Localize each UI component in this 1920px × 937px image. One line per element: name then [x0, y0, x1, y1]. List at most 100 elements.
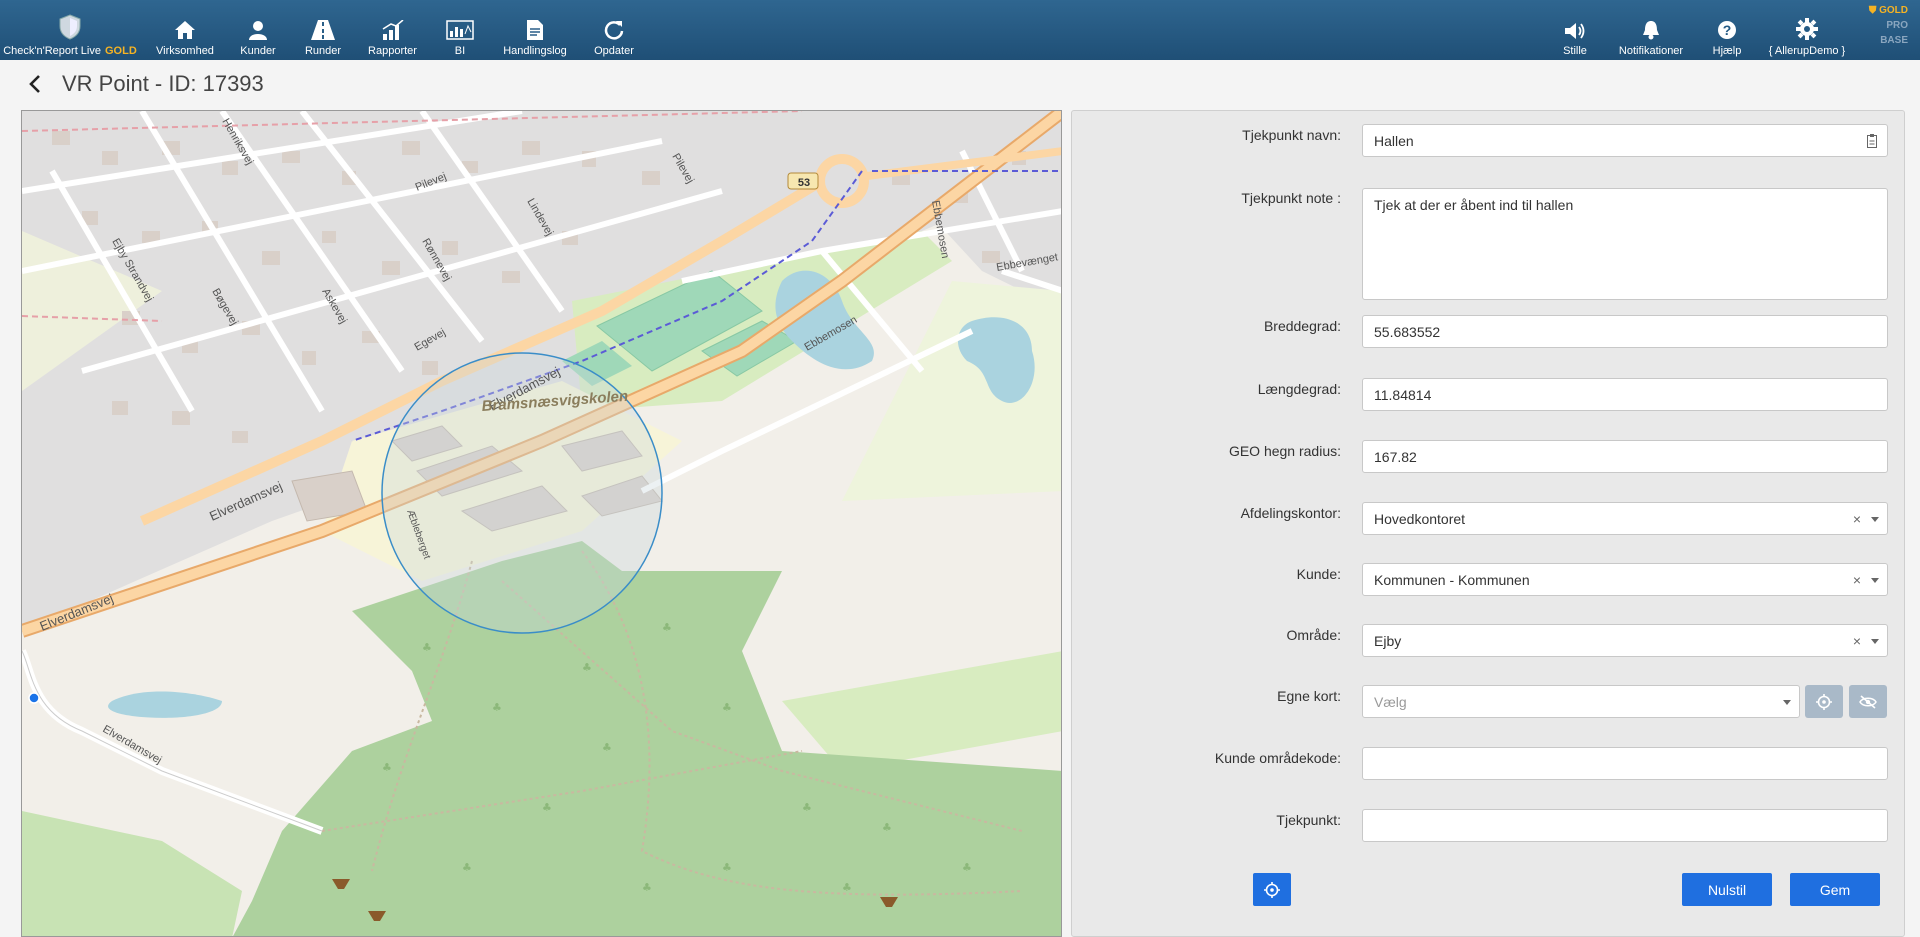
- nav-label: Handlingslog: [503, 45, 567, 57]
- name-value: Hallen: [1374, 132, 1414, 149]
- nav-virksomhed[interactable]: Virksomhed: [155, 0, 215, 60]
- page-title: VR Point - ID: 17393: [62, 71, 264, 96]
- svg-text:♣: ♣: [662, 621, 672, 634]
- hide-map-button[interactable]: [1849, 685, 1887, 718]
- nav-stille[interactable]: Stille: [1558, 0, 1592, 60]
- note-field[interactable]: Tjek at der er åbent ind til hallen: [1362, 188, 1888, 300]
- svg-text:♣: ♣: [882, 821, 892, 834]
- note-label: Tjekpunkt note :: [1241, 190, 1341, 206]
- customer-select[interactable]: Kommunen - Kommunen ×: [1362, 563, 1888, 596]
- bell-icon: [1642, 10, 1660, 40]
- tier-base: BASE: [1880, 35, 1908, 46]
- caret-down-icon[interactable]: [1871, 578, 1879, 583]
- latitude-label: Breddegrad:: [1263, 318, 1341, 334]
- refresh-icon: [604, 10, 624, 40]
- road-icon: [311, 10, 335, 40]
- shield-small-icon: ⛊: [1868, 5, 1877, 16]
- longitude-label: Længdegrad:: [1257, 381, 1341, 397]
- latitude-field[interactable]: [1362, 315, 1888, 348]
- dashboard-icon: [446, 10, 474, 40]
- checkpoint-field[interactable]: [1362, 809, 1888, 842]
- shield-logo-icon: [59, 10, 81, 40]
- svg-text:♣: ♣: [802, 801, 812, 814]
- reset-button[interactable]: Nulstil: [1682, 873, 1772, 906]
- nav-label: Stille: [1563, 45, 1587, 57]
- nav-bi[interactable]: BI: [445, 0, 475, 60]
- plan-tiers: ⛊ GOLD PRO BASE: [1869, 3, 1908, 48]
- map-view[interactable]: 53 Elverdamsvej Elverdamsvej Elverdamsve…: [21, 110, 1062, 937]
- save-button[interactable]: Gem: [1790, 873, 1880, 906]
- office-select[interactable]: Hovedkontoret ×: [1362, 502, 1888, 535]
- nav-label: { AllerupDemo }: [1768, 45, 1846, 57]
- user-icon: [249, 10, 267, 40]
- tier-gold: GOLD: [1879, 5, 1908, 16]
- nav-runder[interactable]: Runder: [298, 0, 348, 60]
- radius-field[interactable]: [1362, 440, 1888, 473]
- svg-text:♣: ♣: [722, 701, 732, 714]
- map-canvas[interactable]: 53 Elverdamsvej Elverdamsvej Elverdamsve…: [22, 111, 1062, 937]
- brand-tag: GOLD: [104, 45, 137, 57]
- nav-opdater[interactable]: Opdater: [592, 0, 636, 60]
- location-marker-icon[interactable]: [28, 692, 40, 704]
- svg-text:♣: ♣: [582, 661, 592, 674]
- longitude-field[interactable]: [1362, 378, 1888, 411]
- locate-map-button[interactable]: [1805, 685, 1843, 718]
- caret-down-icon[interactable]: [1871, 517, 1879, 522]
- nav-label: Hjælp: [1712, 45, 1742, 57]
- nav-label: Runder: [304, 45, 342, 57]
- area-select[interactable]: Ejby ×: [1362, 624, 1888, 657]
- nav-rapporter[interactable]: Rapporter: [365, 0, 420, 60]
- nav-notifikationer[interactable]: Notifikationer: [1618, 0, 1684, 60]
- nav-label: Kunder: [240, 45, 276, 57]
- svg-text:?: ?: [1723, 22, 1732, 38]
- svg-text:♣: ♣: [382, 761, 392, 774]
- document-icon: [526, 10, 544, 40]
- svg-text:♣: ♣: [722, 861, 732, 874]
- svg-text:♣: ♣: [602, 741, 612, 754]
- speaker-icon: [1564, 10, 1586, 40]
- svg-text:♣: ♣: [962, 861, 972, 874]
- map-label-53: 53: [798, 177, 810, 189]
- name-field[interactable]: Hallen: [1362, 124, 1888, 157]
- checkpoint-form: Tjekpunkt navn: Hallen Tjekpunkt note : …: [1071, 110, 1905, 937]
- crosshair-icon: [1816, 693, 1832, 710]
- clear-icon[interactable]: ×: [1853, 511, 1861, 527]
- nav-hjaelp[interactable]: ? Hjælp: [1710, 0, 1744, 60]
- caret-down-icon[interactable]: [1783, 700, 1791, 705]
- home-icon: [174, 10, 196, 40]
- area-code-field[interactable]: [1362, 747, 1888, 780]
- nav-label: Opdater: [594, 45, 634, 57]
- back-button[interactable]: [24, 72, 46, 96]
- nav-handlingslog[interactable]: Handlingslog: [503, 0, 567, 60]
- nav-label: Rapporter: [368, 45, 417, 57]
- area-label: Område:: [1286, 627, 1341, 643]
- svg-text:♣: ♣: [462, 861, 472, 874]
- svg-text:♣: ♣: [642, 881, 652, 894]
- own-maps-select[interactable]: Vælg: [1362, 685, 1800, 718]
- svg-text:♣: ♣: [492, 701, 502, 714]
- brand-label: Check'n'Report Live: [3, 45, 101, 57]
- name-label: Tjekpunkt navn:: [1242, 127, 1341, 143]
- bar-chart-icon: [382, 10, 404, 40]
- nav-kunder[interactable]: Kunder: [233, 0, 283, 60]
- clear-icon[interactable]: ×: [1853, 572, 1861, 588]
- caret-down-icon[interactable]: [1871, 639, 1879, 644]
- current-location-button[interactable]: [1253, 873, 1291, 906]
- clear-icon[interactable]: ×: [1853, 633, 1861, 649]
- svg-text:♣: ♣: [842, 881, 852, 894]
- tier-pro: PRO: [1886, 20, 1908, 31]
- nav-account[interactable]: { AllerupDemo }: [1768, 0, 1846, 60]
- own-maps-label: Egne kort:: [1277, 688, 1341, 704]
- office-value: Hovedkontoret: [1374, 510, 1466, 527]
- top-navbar: Check'n'Report Live GOLD Virksomhed Kunde…: [0, 0, 1920, 60]
- radius-label: GEO hegn radius:: [1228, 443, 1341, 459]
- chevron-left-icon: [29, 75, 40, 93]
- own-maps-placeholder: Vælg: [1374, 693, 1407, 710]
- nav-label: Virksomhed: [156, 45, 214, 57]
- brand-logo[interactable]: Check'n'Report Live GOLD: [3, 0, 137, 60]
- area-value: Ejby: [1374, 632, 1402, 649]
- gear-icon: [1796, 10, 1818, 40]
- clipboard-icon[interactable]: [1867, 134, 1877, 151]
- customer-label: Kunde:: [1296, 566, 1341, 582]
- nav-label: BI: [454, 45, 466, 57]
